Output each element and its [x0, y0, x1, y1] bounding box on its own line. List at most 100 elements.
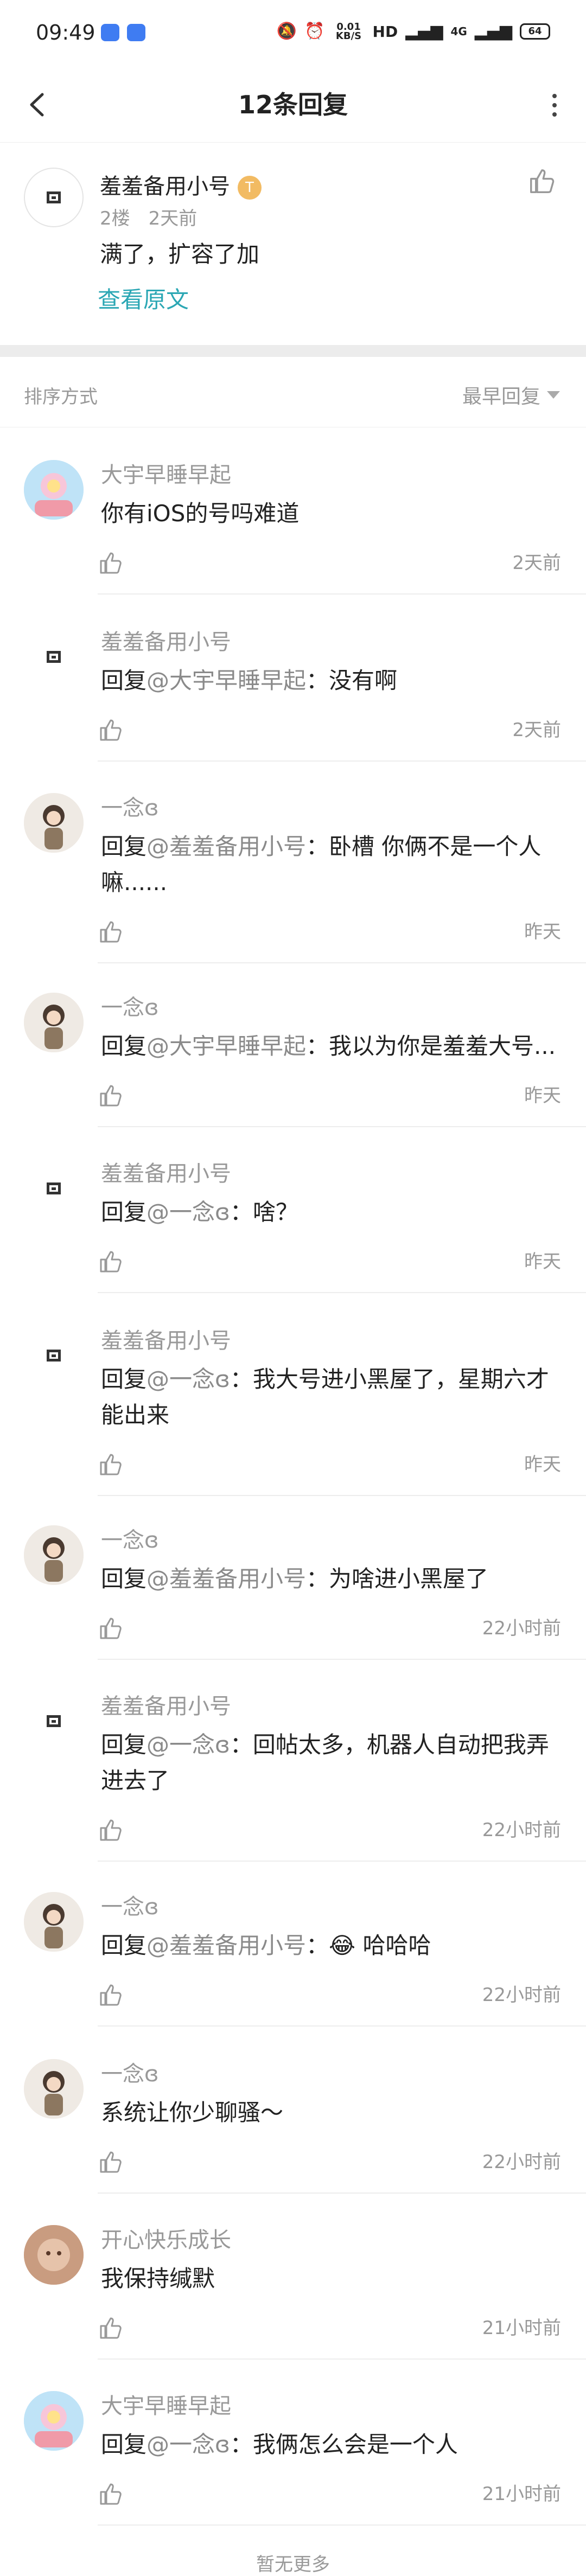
reply-author[interactable]: 羞羞备用小号	[101, 1326, 231, 1356]
avatar[interactable]	[24, 993, 84, 1052]
reply-content: 回复@羞羞备用小号：卧槽 你俩不是一个人嘛......	[101, 829, 562, 900]
medal-badge: T	[238, 176, 262, 200]
reply-time: 昨天	[524, 921, 561, 943]
mention-link[interactable]: @大宇早睡早起	[146, 1033, 306, 1059]
mention-link[interactable]: @一念ɞ	[146, 1366, 230, 1392]
signal-icon: ▂▄▆	[405, 22, 443, 41]
more-dot-icon	[552, 103, 557, 107]
avatar[interactable]	[24, 1326, 84, 1385]
reply-content: 回复@大宇早睡早起：我以为你是羞羞大号...	[101, 1028, 562, 1064]
app-notification-icon	[127, 24, 145, 41]
hd-label: HD	[372, 22, 398, 41]
post-floor: 2楼	[100, 208, 130, 229]
avatar-image-icon	[24, 2225, 84, 2285]
reply-author[interactable]: 羞羞备用小号	[101, 627, 231, 657]
reply-content: 回复@一念ɞ：我俩怎么会是一个人	[101, 2427, 562, 2463]
reply-content: 回复@大宇早睡早起：没有啊	[101, 663, 562, 699]
reply-author[interactable]: 开心快乐成长	[101, 2225, 231, 2255]
reply-time: 昨天	[524, 1454, 561, 1475]
avatar[interactable]	[24, 460, 84, 520]
reply-time: 21小时前	[482, 2483, 561, 2505]
thumbs-up-icon[interactable]	[98, 1982, 124, 2008]
reply-body: ：没有啊	[306, 667, 398, 694]
4g-label: 4G	[450, 25, 467, 38]
app-notification-icon	[101, 24, 119, 41]
mention-link[interactable]: @大宇早睡早起	[146, 667, 306, 694]
thumbs-up-icon[interactable]	[98, 1249, 124, 1275]
reply-prefix: 回复	[101, 1033, 147, 1059]
reply-author[interactable]: 一念ɞ	[101, 2059, 159, 2089]
reply-body: ：啥？	[230, 1199, 298, 1225]
status-notification-icons	[101, 24, 145, 41]
reply-body: ：为啥进小黑屋了	[306, 1565, 489, 1592]
reply-prefix: 回复	[101, 1731, 147, 1758]
thumbs-up-icon[interactable]	[98, 1817, 124, 1843]
thumbs-up-icon[interactable]	[98, 550, 124, 576]
thumbs-up-icon[interactable]	[98, 2481, 124, 2507]
reply-body: 我保持缄默	[101, 2265, 215, 2292]
mention-link[interactable]: @一念ɞ	[146, 2431, 230, 2458]
avatar[interactable]	[24, 627, 84, 687]
reply-content: 回复@一念ɞ：我大号进小黑屋了，星期六才能出来	[101, 1361, 562, 1433]
reply-prefix: 回复	[101, 1366, 147, 1392]
reply-divider	[98, 2524, 586, 2526]
reply-body: 系统让你少聊骚～	[101, 2099, 284, 2126]
avatar[interactable]	[24, 2225, 84, 2285]
thumbs-up-icon[interactable]	[98, 1083, 124, 1109]
avatar-image-icon	[24, 793, 84, 853]
reply-divider	[98, 1495, 586, 1496]
reply-author[interactable]: 一念ɞ	[101, 1892, 159, 1922]
avatar[interactable]	[24, 1159, 84, 1218]
sort-dropdown[interactable]: 最早回复	[462, 381, 560, 409]
view-original-link[interactable]: 查看原文	[98, 282, 189, 315]
reply-content: 我保持缄默	[101, 2261, 562, 2297]
mention-link[interactable]: @羞羞备用小号	[146, 833, 306, 860]
reply-author[interactable]: 羞羞备用小号	[101, 1691, 231, 1722]
sort-value: 最早回复	[462, 386, 540, 408]
avatar-image-icon	[24, 2391, 84, 2451]
reply-time: 2天前	[512, 719, 561, 741]
reply-author[interactable]: 一念ɞ	[101, 993, 159, 1023]
avatar-image-icon	[24, 993, 84, 1052]
thumbs-up-icon[interactable]	[98, 2315, 124, 2341]
thumbs-up-icon[interactable]	[98, 1452, 124, 1478]
reply-content: 你有iOS的号吗难道	[101, 496, 562, 532]
status-time: 09:49	[36, 21, 95, 44]
avatar[interactable]	[24, 793, 84, 853]
more-options-button[interactable]	[544, 89, 565, 122]
status-bar: 09:49 🔕 ⏰ 0.01 KB/S HD ▂▄▆ 4G ▂▄▆ 64	[0, 0, 586, 71]
reply-divider	[98, 1659, 586, 1660]
thumbs-up-icon[interactable]	[98, 919, 124, 945]
thumbs-up-icon[interactable]	[527, 167, 557, 196]
load-more-text: 暂无更多	[256, 2554, 330, 2575]
thumbs-up-icon[interactable]	[98, 2149, 124, 2175]
avatar[interactable]	[24, 1525, 84, 1585]
alarm-icon: ⏰	[304, 22, 325, 41]
sort-label: 排序方式	[24, 386, 98, 408]
mention-link[interactable]: @羞羞备用小号	[146, 1565, 306, 1592]
reply-author[interactable]: 大宇早睡早起	[101, 2391, 231, 2421]
reply-author[interactable]: 一念ɞ	[101, 793, 159, 823]
avatar[interactable]	[24, 168, 84, 227]
reply-prefix: 回复	[101, 667, 147, 694]
avatar[interactable]	[24, 2391, 84, 2451]
mention-link[interactable]: @一念ɞ	[146, 1731, 230, 1758]
mention-link[interactable]: @羞羞备用小号	[146, 1932, 306, 1959]
avatar[interactable]	[24, 1892, 84, 1952]
mention-link[interactable]: @一念ɞ	[146, 1199, 230, 1225]
reply-author[interactable]: 一念ɞ	[101, 1525, 159, 1556]
caret-down-icon	[547, 391, 560, 399]
reply-time: 22小时前	[482, 2151, 561, 2173]
reply-prefix: 回复	[101, 1932, 147, 1959]
reply-time: 21小时前	[482, 2317, 561, 2339]
reply-body: ：我俩怎么会是一个人	[230, 2431, 458, 2458]
reply-author[interactable]: 大宇早睡早起	[101, 460, 231, 490]
avatar[interactable]	[24, 2059, 84, 2119]
avatar[interactable]	[24, 1691, 84, 1751]
battery-icon: 64	[520, 23, 550, 40]
thumbs-up-icon[interactable]	[98, 1615, 124, 1641]
reply-author[interactable]: 羞羞备用小号	[101, 1159, 231, 1189]
post-author[interactable]: 羞羞备用小号 T	[100, 169, 262, 200]
mute-icon: 🔕	[276, 22, 297, 41]
thumbs-up-icon[interactable]	[98, 717, 124, 743]
